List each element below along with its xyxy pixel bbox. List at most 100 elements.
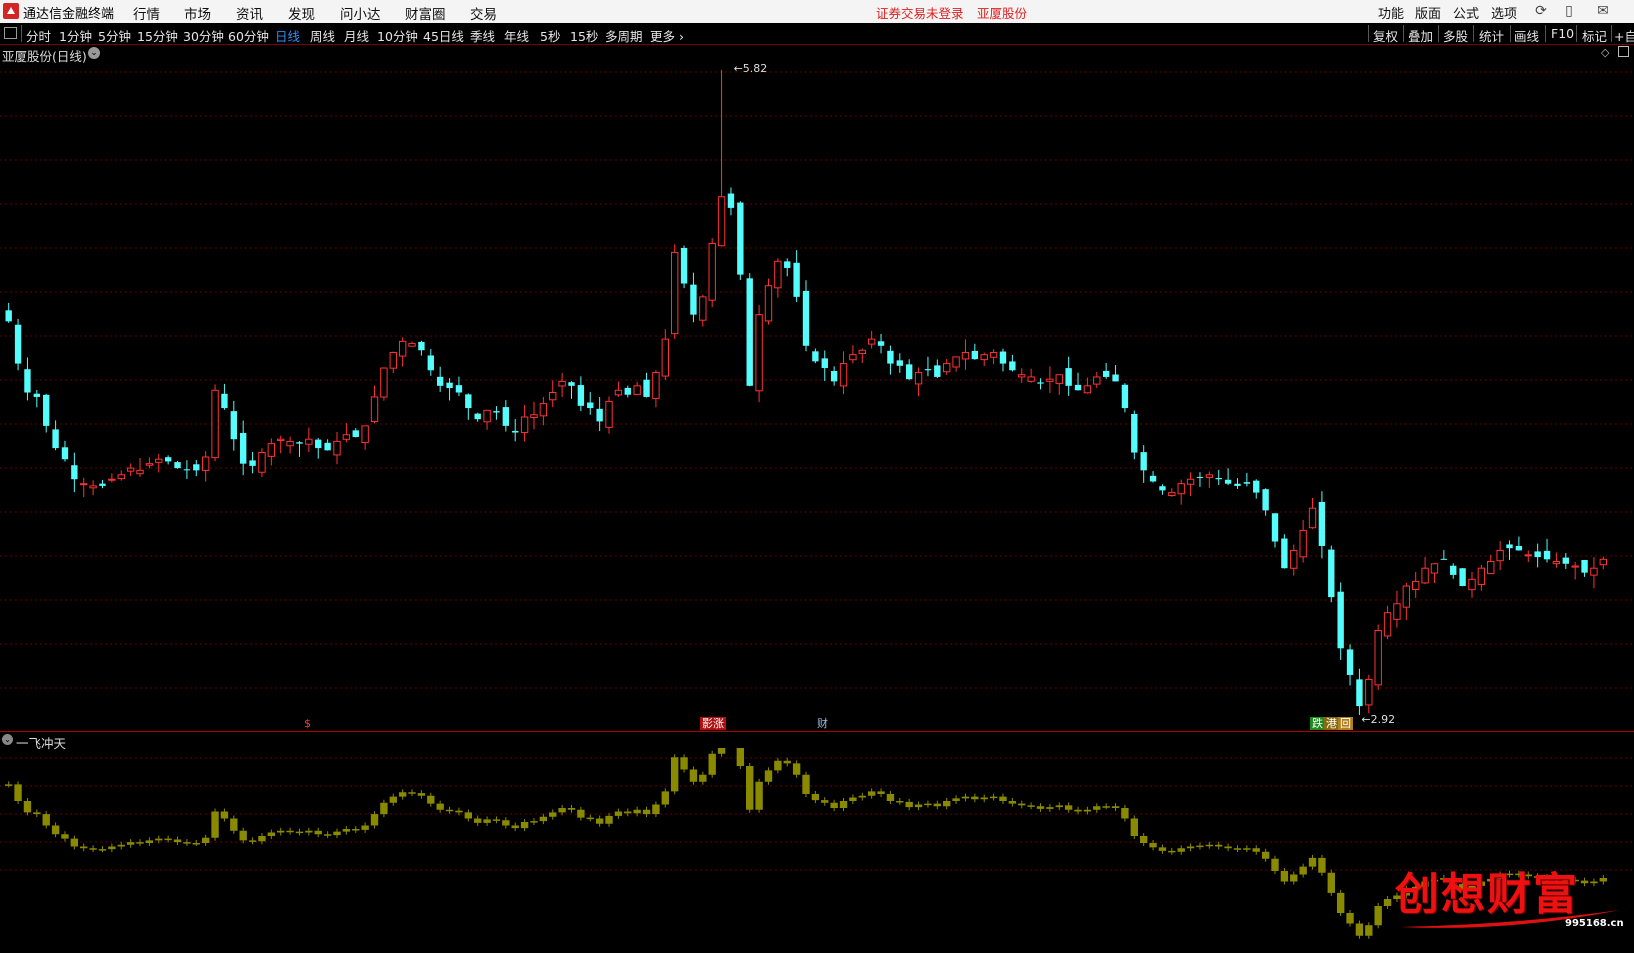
event-flag-yingzhang[interactable]: 影涨 [700, 717, 726, 730]
candle-body [1581, 559, 1588, 573]
candle-body [887, 350, 894, 364]
menu-faxian[interactable]: 发现 [288, 3, 315, 23]
candlestick-chart[interactable]: ←5.82 ←2.92 [0, 60, 1634, 730]
period-5sec[interactable]: 5秒 [540, 26, 560, 45]
candle [1468, 571, 1476, 598]
btn-tongji[interactable]: 统计 [1479, 26, 1504, 45]
candle-body [1018, 374, 1026, 378]
candle-body [520, 416, 529, 434]
period-5min[interactable]: 5分钟 [98, 26, 131, 45]
candle [1046, 366, 1054, 393]
candle [980, 352, 988, 367]
btn-diejia[interactable]: 叠加 [1408, 26, 1433, 45]
period-multi[interactable]: 多周期 [605, 26, 643, 45]
event-flag-cai[interactable]: 财 [815, 717, 830, 730]
period-daily[interactable]: 日线 [275, 26, 300, 45]
btn-add-watchlist[interactable]: +自 [1614, 26, 1634, 45]
event-flag-die[interactable]: 跌 [1310, 717, 1325, 730]
menu-gongshi[interactable]: 公式 [1453, 3, 1479, 22]
menu-gongneng[interactable]: 功能 [1378, 3, 1404, 22]
refresh-icon[interactable]: ⟳ [1532, 2, 1550, 20]
candle-body [1159, 486, 1166, 491]
candle [1205, 471, 1214, 488]
period-weekly[interactable]: 周线 [310, 26, 335, 45]
candle-body [1393, 603, 1401, 620]
period-15sec[interactable]: 15秒 [570, 26, 598, 45]
indicator-menu-icon[interactable]: ⌄ [2, 734, 13, 745]
mail-icon[interactable]: ✉ [1594, 2, 1612, 20]
candle [858, 348, 866, 364]
btn-f10[interactable]: F10 [1551, 26, 1574, 41]
candle [61, 440, 69, 462]
candle [539, 396, 548, 426]
period-monthly[interactable]: 月线 [344, 26, 369, 45]
period-30min[interactable]: 30分钟 [183, 26, 224, 45]
candle-body [577, 385, 585, 406]
btn-huaxian[interactable]: 画线 [1514, 26, 1539, 45]
sidebar-toggle-icon[interactable] [4, 27, 17, 39]
menu-xuanxiang[interactable]: 选项 [1491, 3, 1517, 22]
candle [1262, 488, 1269, 516]
candle [1356, 668, 1363, 715]
chart-settings-icon[interactable]: ⌄ [88, 47, 100, 59]
candle-body [493, 411, 500, 413]
period-yearly[interactable]: 年线 [504, 26, 529, 45]
menu-caifuquan[interactable]: 财富圈 [405, 3, 446, 23]
candle-body [1281, 538, 1288, 569]
candle-body [1215, 478, 1222, 480]
candle [43, 393, 50, 433]
candle-body [1055, 374, 1063, 385]
candle [117, 470, 125, 481]
candle-body [1074, 384, 1082, 391]
btn-biaoji[interactable]: 标记 [1582, 26, 1607, 45]
current-stock-name[interactable]: 亚厦股份 [977, 3, 1027, 22]
diamond-icon[interactable]: ◇ [1601, 46, 1609, 59]
menu-zixun[interactable]: 资讯 [236, 3, 263, 23]
period-45day[interactable]: 45日线 [423, 26, 464, 45]
candle [1534, 543, 1541, 568]
candle [643, 372, 650, 398]
candle [1224, 468, 1232, 486]
period-quarterly[interactable]: 季线 [470, 26, 495, 45]
candle-body [737, 202, 744, 275]
menu-banmian[interactable]: 版面 [1415, 3, 1441, 22]
menu-wenxiaoda[interactable]: 问小达 [340, 3, 381, 23]
candle-body [1131, 413, 1138, 453]
btn-duogu[interactable]: 多股 [1443, 26, 1468, 45]
candle-body [1506, 544, 1513, 549]
period-fenshi[interactable]: 分时 [26, 26, 51, 45]
menu-jiaoyi[interactable]: 交易 [470, 3, 497, 23]
period-60min[interactable]: 60分钟 [228, 26, 269, 45]
candle-body [1046, 378, 1054, 382]
period-1min[interactable]: 1分钟 [59, 26, 92, 45]
login-notice[interactable]: 证券交易未登录 [876, 3, 964, 22]
pane-divider[interactable] [0, 731, 1634, 732]
period-15min[interactable]: 15分钟 [137, 26, 178, 45]
candle [605, 396, 613, 434]
btn-fuquan[interactable]: 复权 [1373, 26, 1398, 45]
event-flag-hui[interactable]: 回 [1338, 717, 1353, 730]
period-10min[interactable]: 10分钟 [377, 26, 418, 45]
period-more-label: 更多 [650, 29, 676, 44]
candle [1215, 469, 1222, 485]
menu-shichang[interactable]: 市场 [184, 3, 211, 23]
candle-body [905, 364, 913, 380]
candle-body [1562, 557, 1569, 564]
candle-body [1402, 585, 1411, 608]
period-more[interactable]: 更多 › [650, 26, 684, 45]
candle-body [183, 469, 191, 471]
menu-hangqing[interactable]: 行情 [133, 3, 160, 23]
candle-body [1037, 382, 1044, 384]
candle-body [1421, 567, 1429, 584]
candle [1177, 479, 1185, 505]
candle-body [1356, 679, 1363, 707]
candle [1477, 564, 1486, 591]
phone-icon[interactable]: ▯ [1560, 2, 1578, 20]
candle [1337, 582, 1344, 660]
maximize-icon[interactable] [1618, 46, 1629, 57]
indicator-chart[interactable] [0, 748, 1634, 953]
event-flag-gang[interactable]: 港 [1324, 717, 1339, 730]
candle [324, 439, 331, 451]
event-flag-dollar[interactable]: $ [302, 717, 313, 730]
candle [267, 438, 276, 466]
